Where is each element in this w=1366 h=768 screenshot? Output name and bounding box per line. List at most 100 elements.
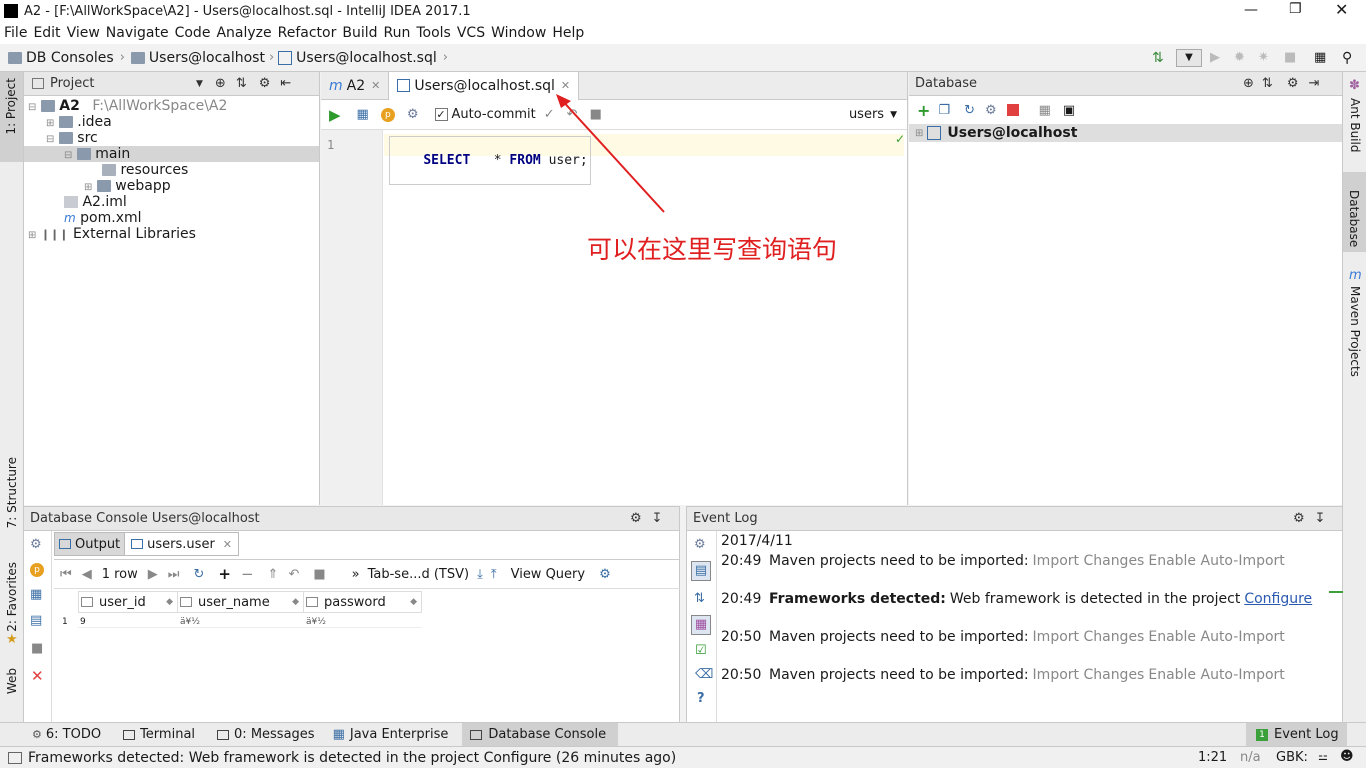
status-icon[interactable] [8, 751, 22, 764]
configure-link[interactable]: Configure [1244, 591, 1312, 607]
menu-refactor[interactable]: Refactor [278, 25, 337, 41]
tab-sql[interactable]: Users@localhost.sql ✕ [388, 71, 580, 100]
column-header-user-id[interactable]: user_id ◆ [78, 591, 178, 613]
target-icon[interactable]: ⊕ [215, 76, 226, 91]
mark-read-icon[interactable]: ☑ [695, 643, 707, 658]
column-header-password[interactable]: password ◆ [304, 591, 422, 613]
refresh-icon[interactable]: ↻ [193, 567, 204, 582]
gear-icon[interactable]: ⚙ [599, 567, 611, 582]
expand-toggle-icon[interactable]: ⊞ [84, 182, 92, 193]
tree-item-idea[interactable]: ⊞ .idea [24, 114, 319, 130]
stop-icon[interactable]: ■ [31, 641, 43, 656]
previous-page-icon[interactable]: ◀ [82, 567, 92, 582]
tool-terminal[interactable]: Terminal [140, 727, 195, 742]
scroll-icon[interactable]: ⇅ [694, 591, 705, 606]
more-icon[interactable]: » [352, 567, 360, 582]
tree-item-src[interactable]: ⊟ src [24, 130, 319, 146]
collapse-icon[interactable]: ⇅ [1262, 76, 1273, 91]
tool-messages[interactable]: 0: Messages [234, 727, 315, 742]
sort-icon[interactable]: ◆ [292, 597, 299, 607]
tab-output[interactable]: Output [54, 532, 126, 556]
expand-toggle-icon[interactable]: ⊞ [46, 118, 54, 129]
parameter-icon[interactable]: p [30, 563, 44, 577]
import-changes-link[interactable]: Import Changes [1033, 553, 1145, 569]
target-icon[interactable]: ⊕ [1243, 76, 1254, 91]
console-icon[interactable]: ▣ [1063, 103, 1075, 118]
column-header-user-name[interactable]: user_name ◆ [178, 591, 304, 613]
table-row[interactable]: 1 9 ä¥½ ä¥½ [54, 613, 422, 631]
tool-web[interactable]: Web [5, 668, 19, 694]
expand-toggle-icon[interactable]: ⊞ [28, 230, 36, 241]
view-query-button[interactable]: View Query [511, 567, 586, 582]
close-tab-icon[interactable]: ✕ [371, 72, 380, 100]
breadcrumb-users-localhost[interactable]: Users@localhost [149, 50, 265, 66]
project-structure-icon[interactable]: ▦ [1314, 50, 1326, 65]
trash-icon[interactable]: ⌫ [695, 667, 713, 682]
tree-item-main[interactable]: ⊟ main [24, 146, 319, 162]
breadcrumb-sql-file[interactable]: Users@localhost.sql [296, 50, 437, 66]
parameter-icon[interactable]: p [380, 107, 395, 122]
gear-icon[interactable]: ⚙ [1287, 76, 1299, 91]
help-icon[interactable]: ? [697, 691, 705, 706]
line-separator[interactable]: n/a [1240, 750, 1261, 765]
close-icon[interactable]: ✕ [1335, 0, 1348, 19]
collapse-toggle-icon[interactable]: ⊟ [28, 102, 36, 113]
cell-user-name[interactable]: ä¥½ [178, 617, 304, 628]
menu-build[interactable]: Build [342, 25, 377, 41]
stop-icon[interactable]: ■ [313, 567, 325, 582]
search-everywhere-icon[interactable]: ⚲ [1342, 50, 1352, 66]
settings-toggle-icon[interactable]: ▦ [691, 615, 711, 635]
menu-help[interactable]: Help [552, 25, 584, 41]
close-tab-icon[interactable]: ✕ [223, 538, 232, 551]
menu-view[interactable]: View [67, 25, 100, 41]
vcs-update-icon[interactable]: ⇅ [1152, 50, 1164, 66]
gear-icon[interactable]: ⚙ [259, 76, 271, 91]
tree-item-external-libraries[interactable]: ⊞ ❙❙❙ External Libraries [24, 226, 319, 242]
menu-navigate[interactable]: Navigate [106, 25, 169, 41]
menu-analyze[interactable]: Analyze [216, 25, 271, 41]
run-config-dropdown[interactable]: ▼ [1176, 49, 1202, 67]
tool-database-console[interactable]: Database Console [462, 723, 619, 746]
tree-item-pom[interactable]: m pom.xml [24, 210, 319, 226]
enable-auto-import-link[interactable]: Enable Auto-Import [1148, 667, 1284, 683]
coverage-icon[interactable]: ✷ [1258, 50, 1269, 65]
tool-project[interactable]: 1: Project [0, 72, 23, 162]
next-page-icon[interactable]: ▶ [148, 567, 158, 582]
enable-auto-import-link[interactable]: Enable Auto-Import [1148, 553, 1284, 569]
settings-icon[interactable]: ⚙ [30, 537, 42, 552]
layout-icon[interactable]: ▤ [30, 613, 42, 628]
stop-icon[interactable]: ■ [1284, 50, 1296, 65]
tree-item-a2-iml[interactable]: A2.iml [24, 194, 319, 210]
tree-item-resources[interactable]: resources [24, 162, 319, 178]
cursor-position[interactable]: 1:21 [1198, 750, 1227, 765]
cell-password[interactable]: ä¥½ [304, 617, 422, 628]
tab-users-user[interactable]: users.user ✕ [125, 532, 240, 556]
import-changes-link[interactable]: Import Changes [1033, 667, 1145, 683]
collapse-toggle-icon[interactable]: ⊟ [46, 134, 54, 145]
remove-row-icon[interactable]: − [241, 565, 254, 583]
table-view-icon[interactable]: ▦ [1039, 103, 1051, 118]
revert-icon[interactable]: ↶ [288, 567, 299, 582]
menu-run[interactable]: Run [384, 25, 411, 41]
sql-code-line[interactable]: SELECT * FROM user; [389, 136, 591, 185]
hide-icon[interactable]: ⇥ [1308, 76, 1319, 91]
tool-maven-projects[interactable]: Maven Projects [1348, 286, 1362, 377]
upload-icon[interactable]: ⤒ [491, 567, 497, 582]
run-icon[interactable]: ▶ [1210, 50, 1220, 65]
hide-icon[interactable]: ↧ [1315, 511, 1326, 526]
view-dropdown-icon[interactable]: ▼ [196, 79, 203, 89]
format-selector[interactable]: Tab-se...d (TSV) [368, 567, 469, 582]
first-page-icon[interactable]: ⏮ [60, 567, 72, 582]
tree-root[interactable]: ⊟ A2 F:\AllWorkSpace\A2 [24, 98, 319, 114]
collapse-toggle-icon[interactable]: ⊟ [64, 150, 72, 161]
sort-icon[interactable]: ◆ [410, 597, 417, 607]
submit-icon[interactable]: ⇑ [268, 567, 279, 582]
add-icon[interactable]: + [917, 101, 930, 120]
tool-favorites[interactable]: 2: Favorites [5, 562, 19, 632]
soft-wrap-icon[interactable]: ▤ [691, 561, 711, 581]
tool-database[interactable]: Database [1343, 172, 1366, 252]
hide-icon[interactable]: ↧ [652, 511, 663, 526]
enable-auto-import-link[interactable]: Enable Auto-Import [1148, 629, 1284, 645]
hector-icon[interactable]: ☻ [1340, 749, 1354, 764]
tree-item-webapp[interactable]: ⊞ webapp [24, 178, 319, 194]
